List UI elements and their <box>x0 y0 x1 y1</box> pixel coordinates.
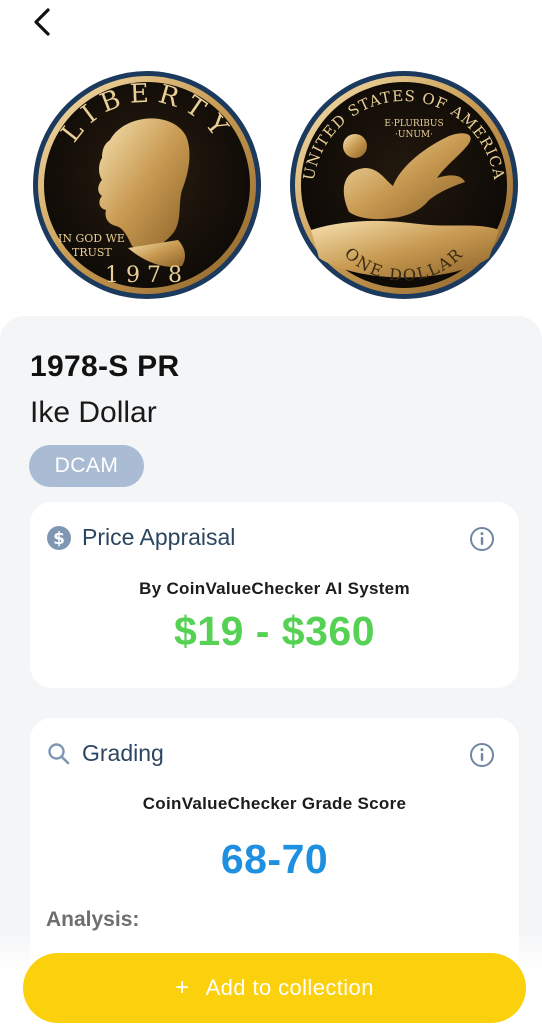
coin-obverse-motto-1: IN GOD WE <box>58 232 125 245</box>
price-info-icon[interactable] <box>469 526 495 552</box>
designation-badge: DCAM <box>29 445 144 487</box>
dollar-circle-icon: $ <box>47 525 71 550</box>
grading-caption: CoinValueChecker Grade Score <box>142 794 407 813</box>
grade-score-value: 68-70 <box>220 836 329 882</box>
coin-obverse-image[interactable]: LIBERTY IN GOD WE TRUST 1978 <box>32 70 262 300</box>
price-appraisal-card: $ Price Appraisal By CoinValueChecker AI… <box>30 502 519 688</box>
add-to-collection-label: Add to collection <box>205 975 374 1000</box>
add-to-collection-button[interactable]: + Add to collection <box>23 953 526 1023</box>
grading-header: Grading <box>46 740 164 767</box>
coin-obverse-motto-2: TRUST <box>72 246 112 259</box>
chevron-left-icon <box>34 8 50 36</box>
grading-title: Grading <box>82 740 164 766</box>
coin-obverse-year: 1978 <box>105 263 189 288</box>
plus-icon: + <box>175 974 190 1001</box>
grading-info-icon[interactable] <box>469 742 495 768</box>
coin-reverse-motto-1: E·PLURIBUS <box>384 119 443 129</box>
svg-text:$: $ <box>53 529 65 549</box>
coin-reverse-image[interactable]: UNITED STATES OF AMERICA E·PLURIBUS ·UNU… <box>289 70 519 300</box>
analysis-label: Analysis: <box>46 908 140 931</box>
coin-reverse-motto-2: ·UNUM· <box>395 130 433 140</box>
search-icon <box>48 742 70 764</box>
price-appraisal-title: Price Appraisal <box>82 524 236 550</box>
coin-title: 1978-S PR <box>30 350 180 383</box>
coin-detail-screen: LIBERTY IN GOD WE TRUST 1978 UNITED STAT… <box>0 0 542 1024</box>
price-appraisal-caption: By CoinValueChecker AI System <box>139 579 410 598</box>
back-button[interactable] <box>22 2 62 42</box>
price-range-value: $19 - $360 <box>173 608 376 654</box>
price-appraisal-header: $ Price Appraisal <box>46 524 235 551</box>
coin-name: Ike Dollar <box>30 396 157 429</box>
